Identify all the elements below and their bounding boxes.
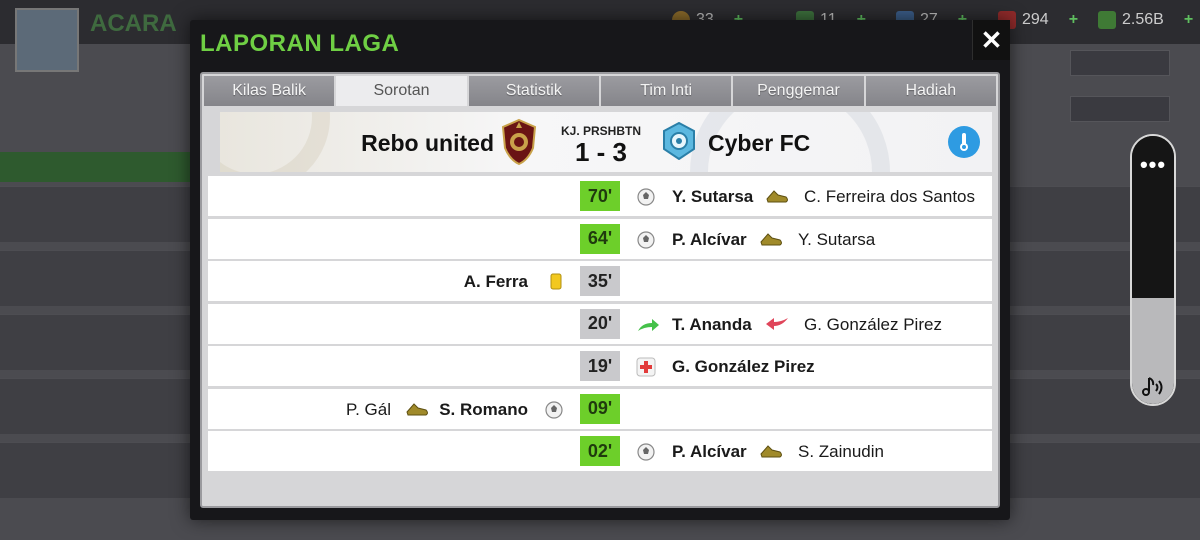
sound-icon[interactable]	[1140, 374, 1166, 400]
score-label: KJ. PRSHBTN	[560, 124, 641, 138]
event-minute: 02'	[580, 436, 620, 466]
scorer-name: Y. Sutarsa	[672, 187, 754, 206]
match-report-modal: LAPORAN LAGA ✕ Kilas Balik Sorotan Stati…	[190, 20, 1010, 520]
background-button	[1070, 50, 1170, 76]
sub-out-arrow-icon	[766, 317, 788, 330]
event-minute: 70'	[580, 181, 620, 211]
scorer-name: P. Alcívar	[672, 229, 747, 249]
tab-sorotan[interactable]: Sorotan	[336, 76, 467, 106]
close-icon: ✕	[980, 24, 1003, 55]
event-list: 70' Y. Sutarsa C. Ferreira dos Santos 64…	[208, 176, 992, 474]
tab-statistik[interactable]: Statistik	[468, 76, 599, 106]
resource-medkit[interactable]: 294 +	[998, 8, 1078, 32]
assist-boot-icon	[760, 445, 782, 458]
yellow-card-icon	[550, 273, 562, 290]
event-row-goal: 02' P. Alcívar S. Zainudin	[208, 431, 992, 471]
tab-hadiah[interactable]: Hadiah	[865, 76, 996, 106]
away-team-name: Cyber FC	[708, 130, 811, 156]
weather-info-button[interactable]	[948, 126, 980, 158]
assist-name: P. Gál	[345, 399, 391, 419]
assist-name: S. Zainudin	[798, 442, 884, 461]
report-panel: Kilas Balik Sorotan Statistik Tim Inti P…	[200, 72, 1000, 508]
more-options-icon[interactable]: •••	[1132, 152, 1174, 178]
injury-cross-icon	[636, 357, 656, 377]
ball-icon	[637, 443, 655, 461]
assist-name: C. Ferreira dos Santos	[804, 187, 976, 206]
ball-icon	[637, 188, 655, 206]
sub-out-player-name: G. González Pirez	[804, 314, 942, 334]
tab-bar: Kilas Balik Sorotan Statistik Tim Inti P…	[204, 76, 996, 106]
tab-penggemar[interactable]: Penggemar	[733, 76, 864, 106]
sub-in-arrow-icon	[638, 318, 659, 331]
booked-player-name: A. Ferra	[463, 272, 528, 291]
decorative-ring	[220, 112, 330, 172]
background-banner	[0, 152, 190, 182]
club-avatar	[15, 8, 79, 72]
event-minute: 35'	[580, 266, 620, 296]
event-row-goal: P. Gál S. Romano 09'	[208, 388, 992, 429]
event-minute: 09'	[580, 393, 620, 424]
assist-name: Y. Sutarsa	[798, 229, 876, 249]
thermometer-icon	[960, 133, 968, 151]
ball-icon	[545, 400, 563, 419]
event-row-goal: 70' Y. Sutarsa C. Ferreira dos Santos	[208, 176, 992, 216]
cash-icon	[1098, 11, 1116, 29]
tab-tim-inti[interactable]: Tim Inti	[600, 76, 732, 106]
event-row-substitution: 20' T. Ananda G. González Pirez	[208, 303, 992, 344]
event-minute: 19'	[580, 351, 620, 381]
scorer-name: S. Romano	[439, 399, 528, 419]
assist-boot-icon	[406, 402, 428, 415]
add-cash-icon[interactable]: +	[1184, 11, 1193, 29]
event-minute: 20'	[580, 308, 620, 339]
event-row-goal: 64' P. Alcívar Y. Sutarsa	[208, 218, 992, 259]
modal-title: LAPORAN LAGA	[200, 30, 400, 57]
close-button[interactable]: ✕	[972, 20, 1010, 60]
assist-boot-icon	[766, 190, 788, 203]
assist-boot-icon	[760, 232, 782, 245]
event-minute: 64'	[580, 223, 620, 254]
home-team-crest-icon	[501, 118, 537, 166]
sub-in-player-name: T. Ananda	[672, 314, 752, 334]
event-row-injury: 19' G. González Pirez	[208, 346, 992, 386]
scoreboard: Rebo united KJ. PRSHBTN 1 - 3 Cyber FC	[220, 112, 992, 172]
scorer-name: P. Alcívar	[672, 442, 747, 461]
ball-icon	[637, 230, 655, 249]
injured-player-name: G. González Pirez	[672, 357, 815, 376]
screen-title: ACARA	[90, 10, 177, 37]
background-button	[1070, 96, 1170, 122]
tab-kilas-balik[interactable]: Kilas Balik	[204, 76, 335, 106]
add-medkit-icon[interactable]: +	[1069, 11, 1078, 29]
resource-cash[interactable]: 2.56B +	[1098, 8, 1193, 32]
floating-control-pill[interactable]: •••	[1130, 134, 1176, 406]
away-team-crest-icon	[663, 122, 695, 160]
final-score: 1 - 3	[574, 137, 628, 167]
home-team-name: Rebo united	[361, 130, 494, 156]
event-row-card: A. Ferra 35'	[208, 261, 992, 301]
